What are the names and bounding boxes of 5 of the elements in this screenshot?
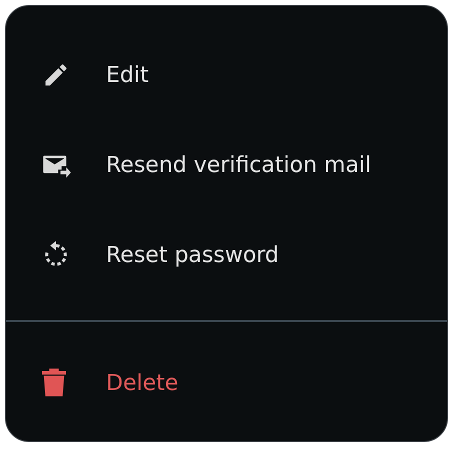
- menu-item[interactable]: Edit: [106, 62, 149, 88]
- trash-icon: [42, 368, 66, 398]
- menu-item[interactable]: Reset password: [106, 242, 279, 268]
- menu-item[interactable]: Delete: [106, 370, 178, 396]
- menu-item[interactable]: Resend verification mail: [106, 152, 372, 178]
